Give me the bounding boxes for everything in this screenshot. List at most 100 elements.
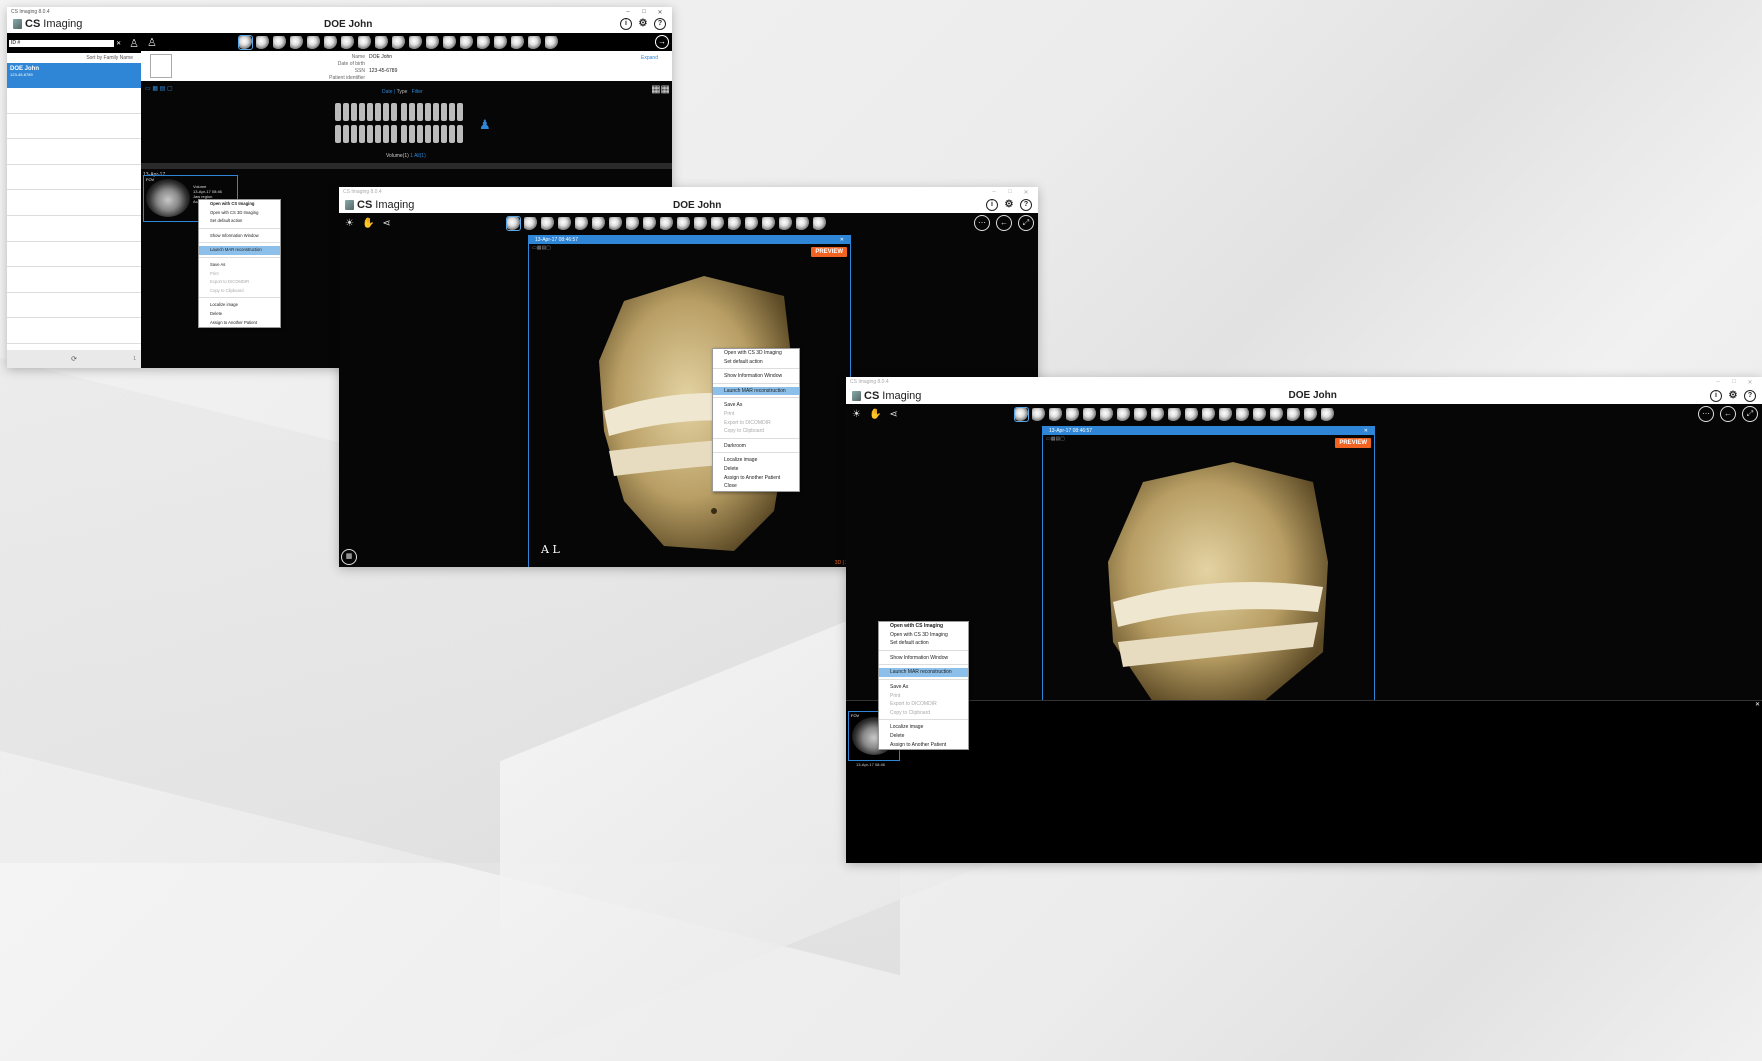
intraoral-camera-icon[interactable] bbox=[1013, 406, 1029, 422]
brightness-icon[interactable]: ☀ bbox=[345, 218, 354, 229]
menu-item-darkroom[interactable]: Darkroom bbox=[713, 442, 799, 451]
minimize-button[interactable]: – bbox=[620, 9, 636, 15]
menu-item-delete[interactable]: Delete bbox=[199, 310, 280, 319]
menu-item-set-default-action[interactable]: Set default action bbox=[879, 639, 968, 648]
panoramic-icon[interactable] bbox=[574, 216, 588, 230]
cbct-icon[interactable] bbox=[727, 216, 741, 230]
cbct-icon[interactable] bbox=[1269, 407, 1283, 421]
list-item[interactable] bbox=[7, 114, 141, 140]
panoramic-icon[interactable] bbox=[1082, 407, 1096, 421]
menu-item-localize-image[interactable]: Localize image bbox=[199, 301, 280, 310]
menu-item-open-with-cs-3d-imaging[interactable]: Open with CS 3D Imaging bbox=[199, 209, 280, 218]
type-sort[interactable]: Type bbox=[397, 89, 408, 95]
cbct-icon[interactable] bbox=[442, 35, 456, 49]
cbct-icon[interactable] bbox=[710, 216, 724, 230]
cephalometric-icon[interactable] bbox=[1116, 407, 1130, 421]
patient-item-selected[interactable]: DOE John 123-45-6789 bbox=[7, 63, 141, 88]
close-button[interactable]: ✕ bbox=[1742, 379, 1758, 386]
list-item[interactable] bbox=[7, 267, 141, 293]
hand-tool-icon[interactable]: ✋ bbox=[362, 218, 374, 229]
patient-figure-icon[interactable]: ♟ bbox=[479, 117, 491, 133]
intraoral-scanner-icon[interactable] bbox=[408, 35, 422, 49]
film-scanner-icon[interactable] bbox=[642, 216, 656, 230]
import-icon[interactable] bbox=[1303, 407, 1317, 421]
scan-icon[interactable] bbox=[625, 216, 639, 230]
import-icon[interactable] bbox=[795, 216, 809, 230]
viewer-close-icon[interactable]: ✕ bbox=[840, 237, 844, 243]
fullscreen-icon[interactable]: ⤢ bbox=[1018, 215, 1034, 231]
cbct-icon[interactable] bbox=[459, 35, 473, 49]
sensor-icon[interactable] bbox=[255, 35, 269, 49]
close-button[interactable]: ✕ bbox=[652, 9, 668, 16]
clear-search-icon[interactable]: ✕ bbox=[116, 40, 121, 47]
menu-item-close[interactable]: Close bbox=[713, 482, 799, 491]
expand-link[interactable]: Expand bbox=[641, 55, 658, 61]
intraoral-scanner-icon[interactable] bbox=[1167, 407, 1181, 421]
panoramic-icon[interactable] bbox=[540, 216, 554, 230]
exit-icon[interactable]: → bbox=[655, 35, 669, 49]
gear-icon[interactable]: ⚙ bbox=[638, 19, 648, 29]
menu-item-assign-to-another-patient[interactable]: Assign to Another Patient bbox=[713, 474, 799, 483]
menu-item-assign-to-another-patient[interactable]: Assign to Another Patient bbox=[199, 319, 280, 328]
cephalometric-icon[interactable] bbox=[608, 216, 622, 230]
scan-icon[interactable] bbox=[1133, 407, 1147, 421]
cbct-icon[interactable] bbox=[744, 216, 758, 230]
volume-viewer[interactable]: 13-Apr-17 08:46:57 ✕ ▭▦▤▢ PREVIEW A L 3D… bbox=[528, 235, 851, 567]
menu-item-launch-mar-reconstruction[interactable]: Launch MAR reconstruction bbox=[879, 668, 968, 677]
menu-item-set-default-action[interactable]: Set default action bbox=[199, 217, 280, 226]
cbct-icon[interactable] bbox=[425, 35, 439, 49]
import-icon[interactable] bbox=[510, 35, 524, 49]
patient-photo[interactable] bbox=[150, 54, 172, 78]
cbct-icon[interactable] bbox=[1235, 407, 1249, 421]
panoramic-icon[interactable] bbox=[272, 35, 286, 49]
import-icon[interactable] bbox=[527, 35, 541, 49]
intraoral-scanner-icon[interactable] bbox=[1184, 407, 1198, 421]
view-mode-icons[interactable]: ▭ ▦ ▤ ▢ bbox=[145, 85, 173, 92]
list-item[interactable] bbox=[7, 165, 141, 191]
scan-icon[interactable] bbox=[357, 35, 371, 49]
cbct-icon[interactable] bbox=[1252, 407, 1266, 421]
info-icon[interactable]: i bbox=[620, 18, 632, 30]
share-icon[interactable]: ⋖ bbox=[889, 409, 897, 420]
menu-item-delete[interactable]: Delete bbox=[713, 465, 799, 474]
sensor-icon[interactable] bbox=[1031, 407, 1045, 421]
sensor-icon[interactable] bbox=[523, 216, 537, 230]
menu-item-show-information-window[interactable]: Show Information Window bbox=[713, 372, 799, 381]
menu-item-show-information-window[interactable]: Show Information Window bbox=[199, 232, 280, 241]
refresh-icon[interactable]: ⟳ bbox=[71, 355, 77, 363]
maximize-button[interactable]: □ bbox=[636, 9, 652, 15]
help-icon[interactable]: ? bbox=[654, 18, 666, 30]
list-item[interactable] bbox=[7, 216, 141, 242]
maximize-button[interactable]: □ bbox=[1002, 189, 1018, 195]
back-icon[interactable]: ← bbox=[1720, 406, 1736, 422]
menu-item-set-default-action[interactable]: Set default action bbox=[713, 358, 799, 367]
gear-icon[interactable]: ⚙ bbox=[1728, 390, 1738, 401]
fullscreen-icon[interactable]: ⤢ bbox=[1742, 406, 1758, 422]
filter-link[interactable]: Filter bbox=[412, 89, 423, 95]
maximize-button[interactable]: □ bbox=[1726, 379, 1742, 385]
gear-icon[interactable]: ⚙ bbox=[1004, 200, 1014, 210]
list-item[interactable] bbox=[7, 139, 141, 165]
list-item[interactable] bbox=[7, 190, 141, 216]
minimize-button[interactable]: – bbox=[986, 189, 1002, 195]
menu-item-open-with-cs-imaging[interactable]: Open with CS Imaging bbox=[199, 200, 280, 209]
menu-item-delete[interactable]: Delete bbox=[879, 732, 968, 741]
menu-item-save-as[interactable]: Save As bbox=[199, 261, 280, 270]
minimize-button[interactable]: – bbox=[1710, 379, 1726, 385]
usb-icon[interactable] bbox=[544, 35, 558, 49]
usb-icon[interactable] bbox=[812, 216, 826, 230]
film-scanner-icon[interactable] bbox=[1150, 407, 1164, 421]
panoramic-icon[interactable] bbox=[1065, 407, 1079, 421]
close-button[interactable]: ✕ bbox=[1018, 189, 1034, 196]
menu-item-assign-to-another-patient[interactable]: Assign to Another Patient bbox=[879, 741, 968, 750]
cephalometric-icon[interactable] bbox=[1099, 407, 1113, 421]
sort-label[interactable]: Sort by Family Name bbox=[7, 53, 141, 63]
menu-item-open-with-cs-imaging[interactable]: Open with CS Imaging bbox=[879, 622, 968, 631]
hand-tool-icon[interactable]: ✋ bbox=[869, 409, 881, 420]
viewer-mini-icons[interactable]: ▭▦▤▢ bbox=[1043, 435, 1374, 443]
cephalometric-icon[interactable] bbox=[591, 216, 605, 230]
menu-item-launch-mar-reconstruction[interactable]: Launch MAR reconstruction bbox=[713, 386, 799, 396]
user-icon[interactable]: ♙ bbox=[147, 36, 157, 49]
back-icon[interactable]: ← bbox=[996, 215, 1012, 231]
menu-item-save-as[interactable]: Save As bbox=[713, 401, 799, 410]
